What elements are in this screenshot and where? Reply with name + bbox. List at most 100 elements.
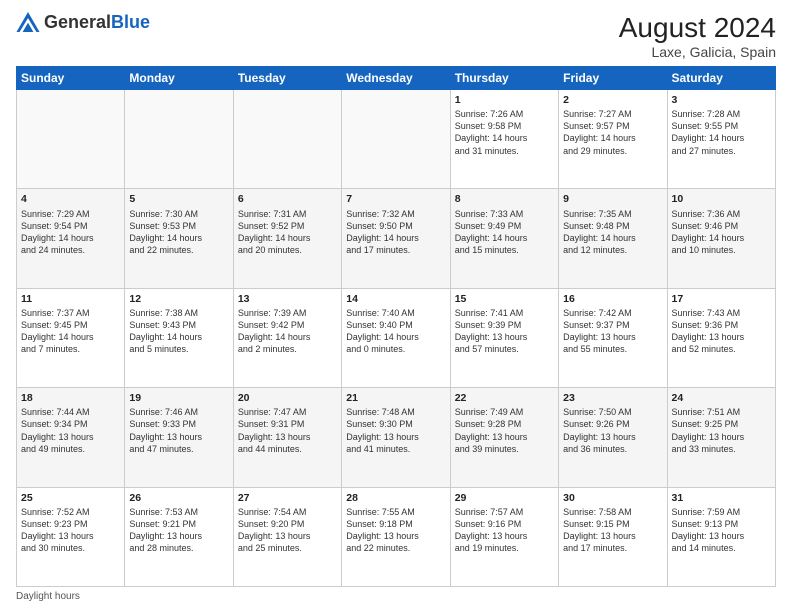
calendar-week-row: 11Sunrise: 7:37 AM Sunset: 9:45 PM Dayli… bbox=[17, 288, 776, 387]
title-block: August 2024 Laxe, Galicia, Spain bbox=[619, 12, 776, 60]
calendar-cell: 5Sunrise: 7:30 AM Sunset: 9:53 PM Daylig… bbox=[125, 189, 233, 288]
calendar-day-header: Sunday bbox=[17, 67, 125, 90]
day-info: Sunrise: 7:41 AM Sunset: 9:39 PM Dayligh… bbox=[455, 307, 554, 356]
location: Laxe, Galicia, Spain bbox=[619, 44, 776, 60]
calendar-cell bbox=[125, 90, 233, 189]
calendar-cell: 22Sunrise: 7:49 AM Sunset: 9:28 PM Dayli… bbox=[450, 388, 558, 487]
calendar-day-header: Wednesday bbox=[342, 67, 450, 90]
calendar-week-row: 1Sunrise: 7:26 AM Sunset: 9:58 PM Daylig… bbox=[17, 90, 776, 189]
calendar-cell: 15Sunrise: 7:41 AM Sunset: 9:39 PM Dayli… bbox=[450, 288, 558, 387]
day-info: Sunrise: 7:28 AM Sunset: 9:55 PM Dayligh… bbox=[672, 108, 771, 157]
calendar-header-row: SundayMondayTuesdayWednesdayThursdayFrid… bbox=[17, 67, 776, 90]
day-info: Sunrise: 7:52 AM Sunset: 9:23 PM Dayligh… bbox=[21, 506, 120, 555]
day-info: Sunrise: 7:29 AM Sunset: 9:54 PM Dayligh… bbox=[21, 208, 120, 257]
day-info: Sunrise: 7:43 AM Sunset: 9:36 PM Dayligh… bbox=[672, 307, 771, 356]
day-info: Sunrise: 7:51 AM Sunset: 9:25 PM Dayligh… bbox=[672, 406, 771, 455]
calendar: SundayMondayTuesdayWednesdayThursdayFrid… bbox=[16, 66, 776, 587]
day-number: 15 bbox=[455, 292, 554, 306]
day-info: Sunrise: 7:46 AM Sunset: 9:33 PM Dayligh… bbox=[129, 406, 228, 455]
calendar-cell: 26Sunrise: 7:53 AM Sunset: 9:21 PM Dayli… bbox=[125, 487, 233, 586]
calendar-cell: 18Sunrise: 7:44 AM Sunset: 9:34 PM Dayli… bbox=[17, 388, 125, 487]
logo-icon bbox=[16, 12, 40, 32]
day-info: Sunrise: 7:39 AM Sunset: 9:42 PM Dayligh… bbox=[238, 307, 337, 356]
day-number: 1 bbox=[455, 93, 554, 107]
day-number: 27 bbox=[238, 491, 337, 505]
day-number: 8 bbox=[455, 192, 554, 206]
day-info: Sunrise: 7:37 AM Sunset: 9:45 PM Dayligh… bbox=[21, 307, 120, 356]
footer-note: Daylight hours bbox=[16, 591, 776, 602]
day-info: Sunrise: 7:57 AM Sunset: 9:16 PM Dayligh… bbox=[455, 506, 554, 555]
logo: GeneralBlue bbox=[16, 12, 150, 32]
day-number: 13 bbox=[238, 292, 337, 306]
day-info: Sunrise: 7:33 AM Sunset: 9:49 PM Dayligh… bbox=[455, 208, 554, 257]
calendar-cell: 10Sunrise: 7:36 AM Sunset: 9:46 PM Dayli… bbox=[667, 189, 775, 288]
day-number: 22 bbox=[455, 391, 554, 405]
day-number: 11 bbox=[21, 292, 120, 306]
calendar-cell: 16Sunrise: 7:42 AM Sunset: 9:37 PM Dayli… bbox=[559, 288, 667, 387]
day-number: 17 bbox=[672, 292, 771, 306]
day-info: Sunrise: 7:38 AM Sunset: 9:43 PM Dayligh… bbox=[129, 307, 228, 356]
page: GeneralBlue August 2024 Laxe, Galicia, S… bbox=[0, 0, 792, 612]
calendar-cell: 14Sunrise: 7:40 AM Sunset: 9:40 PM Dayli… bbox=[342, 288, 450, 387]
day-number: 28 bbox=[346, 491, 445, 505]
calendar-cell: 4 Sunrise: 7:29 AM Sunset: 9:54 PM Daylig… bbox=[17, 189, 125, 288]
calendar-cell: 11Sunrise: 7:37 AM Sunset: 9:45 PM Dayli… bbox=[17, 288, 125, 387]
day-number: 16 bbox=[563, 292, 662, 306]
calendar-cell: 21Sunrise: 7:48 AM Sunset: 9:30 PM Dayli… bbox=[342, 388, 450, 487]
calendar-day-header: Saturday bbox=[667, 67, 775, 90]
day-number: 26 bbox=[129, 491, 228, 505]
day-number: 10 bbox=[672, 192, 771, 206]
calendar-cell: 23Sunrise: 7:50 AM Sunset: 9:26 PM Dayli… bbox=[559, 388, 667, 487]
month-year: August 2024 bbox=[619, 12, 776, 44]
day-number: 20 bbox=[238, 391, 337, 405]
day-info: Sunrise: 7:47 AM Sunset: 9:31 PM Dayligh… bbox=[238, 406, 337, 455]
day-info: Sunrise: 7:31 AM Sunset: 9:52 PM Dayligh… bbox=[238, 208, 337, 257]
day-number: 3 bbox=[672, 93, 771, 107]
calendar-cell: 1Sunrise: 7:26 AM Sunset: 9:58 PM Daylig… bbox=[450, 90, 558, 189]
calendar-day-header: Friday bbox=[559, 67, 667, 90]
calendar-week-row: 25Sunrise: 7:52 AM Sunset: 9:23 PM Dayli… bbox=[17, 487, 776, 586]
calendar-cell: 9 Sunrise: 7:35 AM Sunset: 9:48 PM Daylig… bbox=[559, 189, 667, 288]
day-number: 5 bbox=[129, 192, 228, 206]
day-number: 12 bbox=[129, 292, 228, 306]
day-number: 23 bbox=[563, 391, 662, 405]
calendar-cell: 17Sunrise: 7:43 AM Sunset: 9:36 PM Dayli… bbox=[667, 288, 775, 387]
day-number: 2 bbox=[563, 93, 662, 107]
calendar-cell: 19Sunrise: 7:46 AM Sunset: 9:33 PM Dayli… bbox=[125, 388, 233, 487]
daylight-hours-label: Daylight hours bbox=[16, 591, 80, 602]
calendar-cell: 24Sunrise: 7:51 AM Sunset: 9:25 PM Dayli… bbox=[667, 388, 775, 487]
calendar-cell: 13Sunrise: 7:39 AM Sunset: 9:42 PM Dayli… bbox=[233, 288, 341, 387]
day-info: Sunrise: 7:27 AM Sunset: 9:57 PM Dayligh… bbox=[563, 108, 662, 157]
calendar-cell: 3Sunrise: 7:28 AM Sunset: 9:55 PM Daylig… bbox=[667, 90, 775, 189]
logo-blue-text: Blue bbox=[111, 12, 150, 32]
calendar-week-row: 4 Sunrise: 7:29 AM Sunset: 9:54 PM Daylig… bbox=[17, 189, 776, 288]
calendar-cell: 30Sunrise: 7:58 AM Sunset: 9:15 PM Dayli… bbox=[559, 487, 667, 586]
calendar-cell: 28Sunrise: 7:55 AM Sunset: 9:18 PM Dayli… bbox=[342, 487, 450, 586]
day-info: Sunrise: 7:49 AM Sunset: 9:28 PM Dayligh… bbox=[455, 406, 554, 455]
day-number: 4 bbox=[21, 192, 120, 206]
day-number: 21 bbox=[346, 391, 445, 405]
day-info: Sunrise: 7:40 AM Sunset: 9:40 PM Dayligh… bbox=[346, 307, 445, 356]
day-info: Sunrise: 7:48 AM Sunset: 9:30 PM Dayligh… bbox=[346, 406, 445, 455]
day-number: 6 bbox=[238, 192, 337, 206]
day-info: Sunrise: 7:42 AM Sunset: 9:37 PM Dayligh… bbox=[563, 307, 662, 356]
calendar-cell: 2Sunrise: 7:27 AM Sunset: 9:57 PM Daylig… bbox=[559, 90, 667, 189]
day-info: Sunrise: 7:32 AM Sunset: 9:50 PM Dayligh… bbox=[346, 208, 445, 257]
day-info: Sunrise: 7:44 AM Sunset: 9:34 PM Dayligh… bbox=[21, 406, 120, 455]
day-number: 9 bbox=[563, 192, 662, 206]
calendar-cell bbox=[342, 90, 450, 189]
day-info: Sunrise: 7:58 AM Sunset: 9:15 PM Dayligh… bbox=[563, 506, 662, 555]
day-number: 19 bbox=[129, 391, 228, 405]
day-number: 14 bbox=[346, 292, 445, 306]
day-info: Sunrise: 7:35 AM Sunset: 9:48 PM Dayligh… bbox=[563, 208, 662, 257]
day-info: Sunrise: 7:59 AM Sunset: 9:13 PM Dayligh… bbox=[672, 506, 771, 555]
calendar-cell: 20Sunrise: 7:47 AM Sunset: 9:31 PM Dayli… bbox=[233, 388, 341, 487]
calendar-cell: 31Sunrise: 7:59 AM Sunset: 9:13 PM Dayli… bbox=[667, 487, 775, 586]
calendar-cell: 12Sunrise: 7:38 AM Sunset: 9:43 PM Dayli… bbox=[125, 288, 233, 387]
calendar-week-row: 18Sunrise: 7:44 AM Sunset: 9:34 PM Dayli… bbox=[17, 388, 776, 487]
day-number: 25 bbox=[21, 491, 120, 505]
calendar-cell: 25Sunrise: 7:52 AM Sunset: 9:23 PM Dayli… bbox=[17, 487, 125, 586]
calendar-cell: 6 Sunrise: 7:31 AM Sunset: 9:52 PM Daylig… bbox=[233, 189, 341, 288]
day-number: 24 bbox=[672, 391, 771, 405]
day-info: Sunrise: 7:50 AM Sunset: 9:26 PM Dayligh… bbox=[563, 406, 662, 455]
